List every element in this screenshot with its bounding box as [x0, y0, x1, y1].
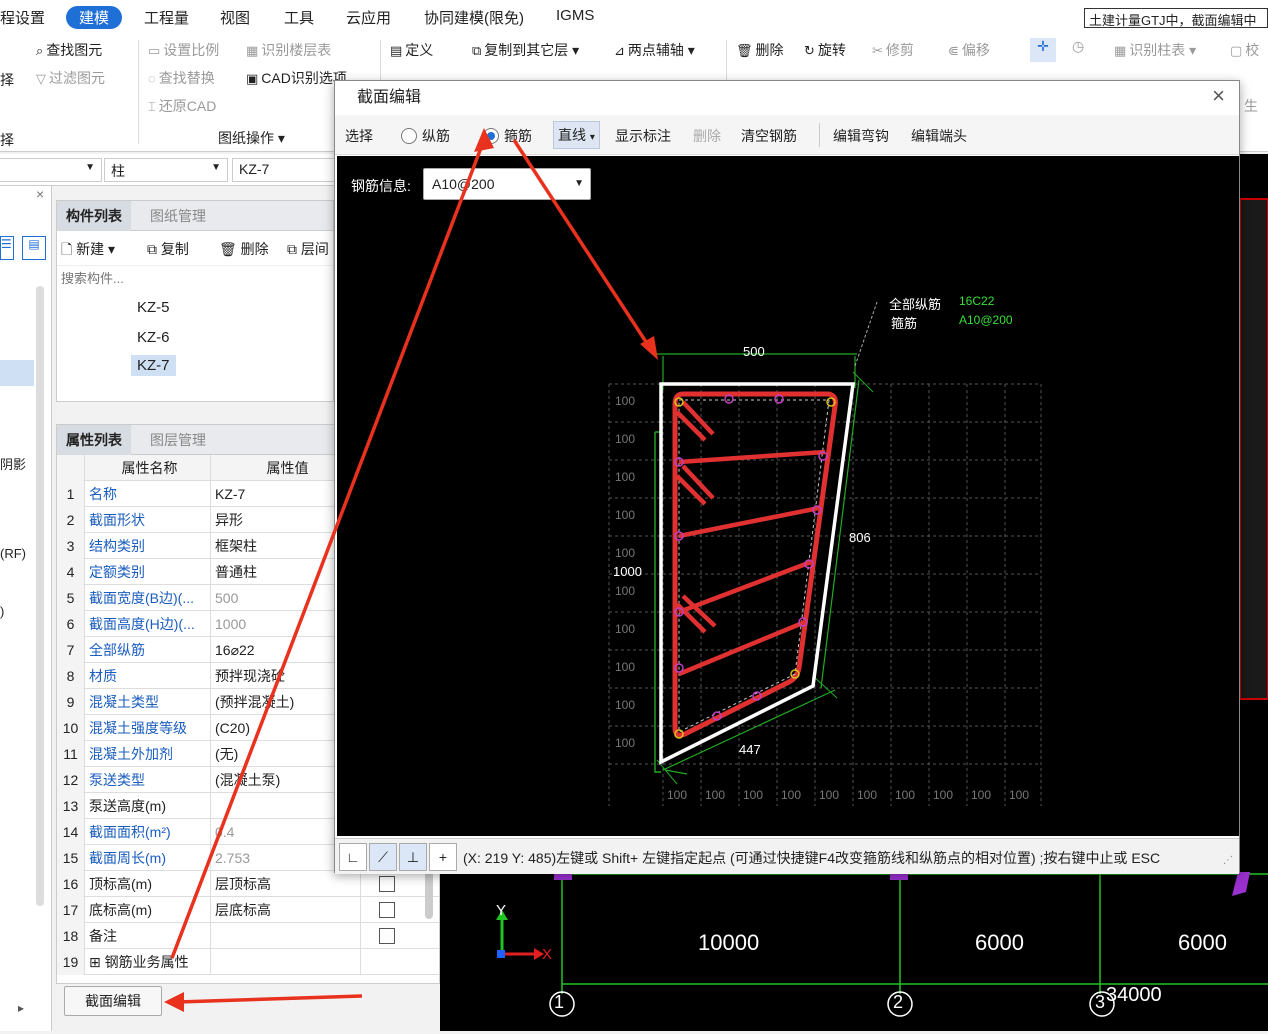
annotation-arrows — [164, 128, 658, 1012]
